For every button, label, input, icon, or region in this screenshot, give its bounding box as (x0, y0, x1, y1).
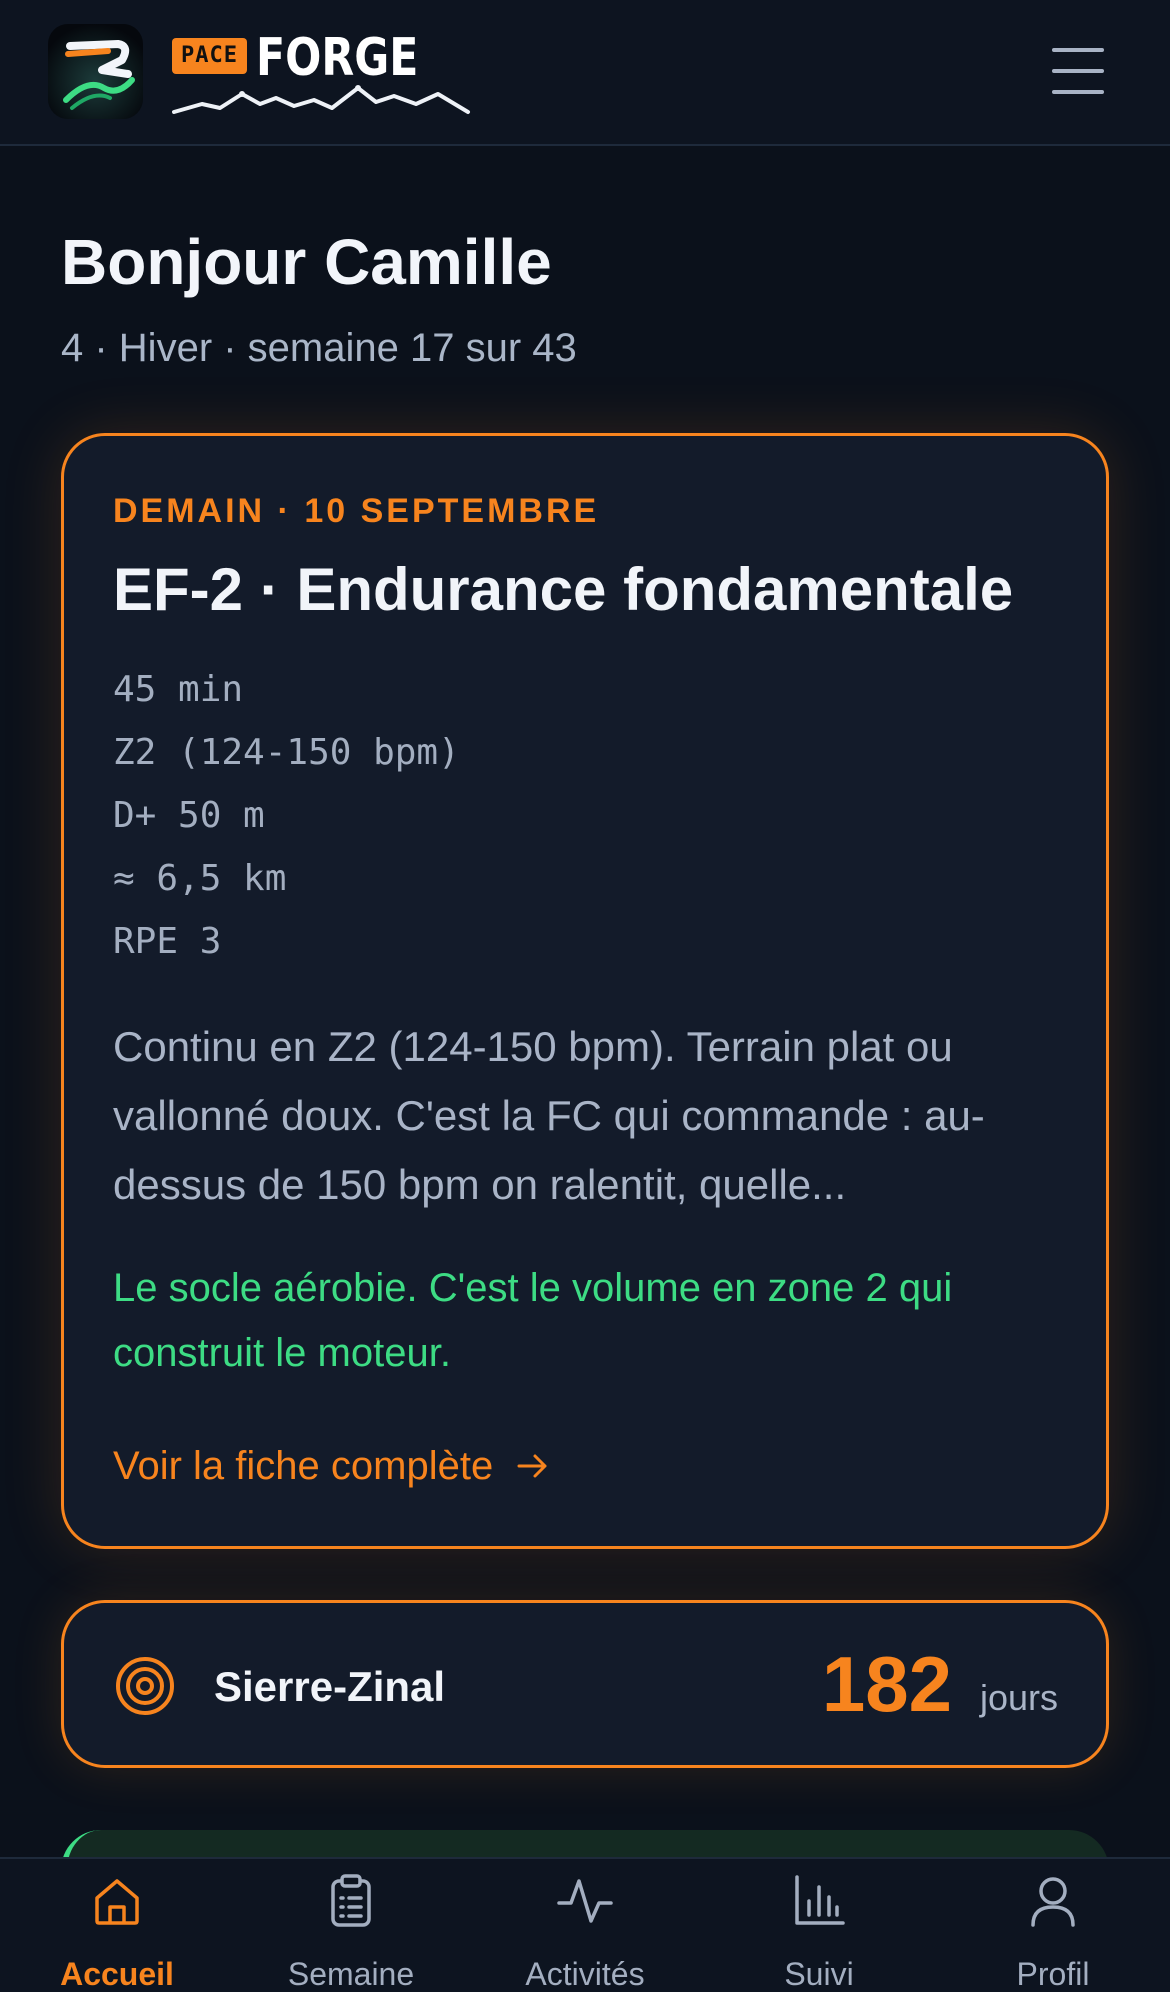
clipboard-icon (331, 1874, 371, 1927)
user-icon (1031, 1877, 1075, 1927)
session-note: Le socle aérobie. C'est le volume en zon… (113, 1266, 953, 1375)
metric-elevation: D+ 50 m (113, 795, 265, 836)
session-description: Continu en Z2 (124-150 bpm). Terrain pla… (113, 1023, 985, 1208)
logo-badge: PACE (172, 38, 247, 74)
target-icon (116, 1657, 174, 1715)
mountain-line-icon (172, 85, 470, 114)
nav-label-profil: Profil (1016, 1956, 1090, 1992)
nav-label-semaine: Semaine (287, 1956, 415, 1992)
metric-zone: Z2 (124-150 bpm) (113, 732, 460, 773)
menu-icon[interactable] (1050, 44, 1106, 98)
logo-wordmark: FORGE (256, 28, 419, 88)
metric-distance: ≈ 6,5 km (113, 858, 287, 899)
app-logo-icon[interactable] (48, 24, 143, 119)
view-details-link[interactable]: Voir la fiche complète (113, 1436, 551, 1496)
next-session-card[interactable]: DEMAIN · 10 SEPTEMBRE EF-2 · Endurance f… (61, 433, 1109, 1549)
race-countdown-card[interactable]: Sierre-Zinal 182 jours (61, 1600, 1109, 1768)
nav-semaine[interactable]: Semaine (234, 1859, 468, 1992)
days-remaining: 182 (821, 1640, 952, 1728)
arrow-right-icon (517, 1454, 547, 1478)
activity-icon (557, 1879, 613, 1923)
top-bar: PACE FORGE (0, 0, 1170, 146)
season-subtitle: 4 · Hiver · semaine 17 sur 43 (61, 326, 577, 370)
session-date: DEMAIN · 10 SEPTEMBRE (113, 492, 600, 530)
nav-accueil[interactable]: Accueil (0, 1859, 234, 1992)
page-title: Bonjour Camille (61, 226, 552, 298)
nav-label-suivi: Suivi (784, 1956, 854, 1992)
view-details-label: Voir la fiche complète (113, 1444, 494, 1488)
nav-activites[interactable]: Activités (468, 1859, 702, 1992)
nav-label-accueil: Accueil (60, 1956, 174, 1992)
nav-profil[interactable]: Profil (936, 1859, 1170, 1992)
nav-label-activites: Activités (525, 1956, 645, 1992)
days-unit: jours (979, 1677, 1058, 1718)
metric-rpe: RPE 3 (113, 921, 222, 962)
race-name: Sierre-Zinal (214, 1663, 446, 1710)
bar-chart-icon (795, 1875, 845, 1925)
session-title: EF-2 · Endurance fondamentale (113, 556, 1014, 623)
session-metrics: 45 min Z2 (124-150 bpm) D+ 50 m ≈ 6,5 km… (113, 658, 460, 973)
nav-suivi[interactable]: Suivi (702, 1859, 936, 1992)
brand-logo[interactable]: PACE FORGE (172, 30, 482, 116)
metric-duration: 45 min (113, 669, 244, 710)
home-icon (95, 1879, 139, 1925)
bottom-navigation: Accueil Semaine Activités Suivi Profil (0, 1857, 1170, 1992)
